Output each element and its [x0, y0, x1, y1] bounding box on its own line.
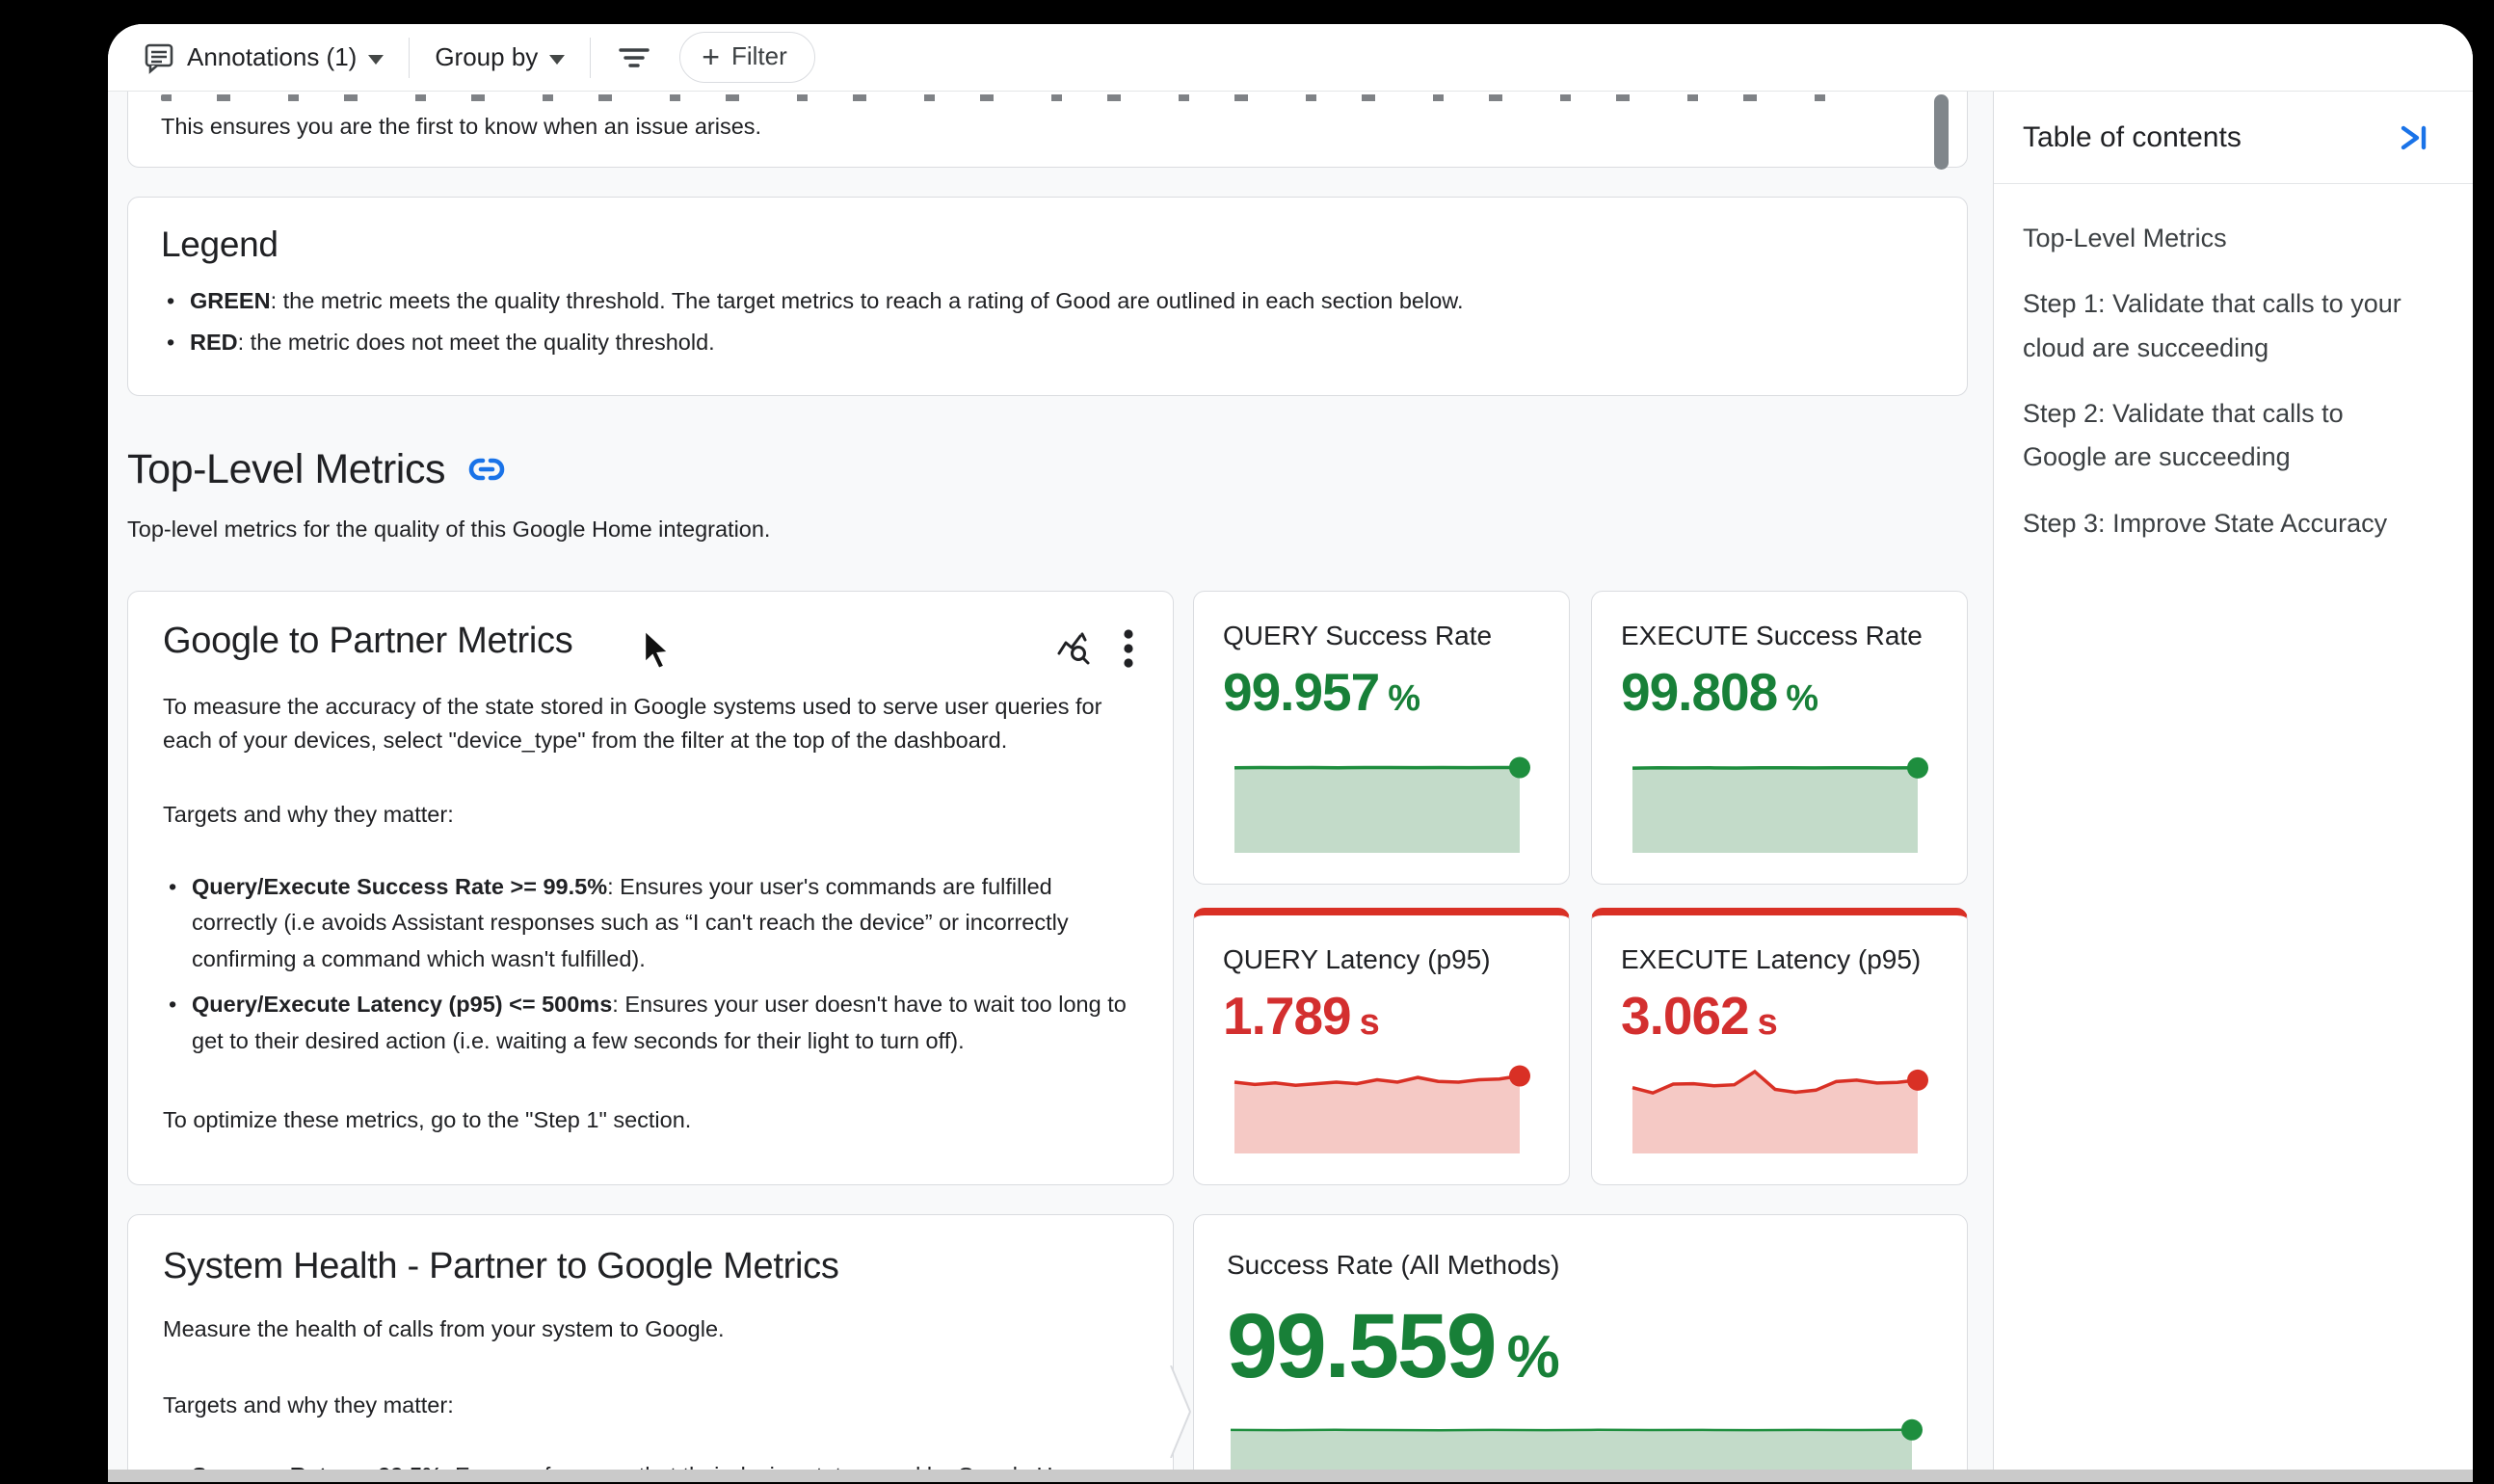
google-to-partner-title: Google to Partner Metrics: [163, 621, 572, 662]
target-bullet-latency: Query/Execute Latency (p95) <= 500ms: En…: [163, 987, 1138, 1059]
toc-item-step-3[interactable]: Step 3: Improve State Accuracy: [2023, 502, 2434, 545]
plus-icon: +: [702, 47, 720, 66]
card-edge-chevron: [1169, 1365, 1194, 1458]
legend-bullet-red: RED: the metric does not meet the qualit…: [161, 326, 1934, 359]
table-of-contents-panel: Table of contents Top-Level Metrics Step…: [1993, 92, 2473, 1482]
filter-list-icon: [616, 43, 652, 72]
metric-title: EXECUTE Success Rate: [1621, 621, 1938, 651]
chevron-down-icon: [549, 55, 565, 65]
annotations-label: Annotations (1): [187, 42, 357, 72]
system-health-title: System Health - Partner to Google Metric…: [163, 1246, 1138, 1287]
metrics-explorer-icon[interactable]: [1055, 629, 1094, 668]
collapse-panel-icon[interactable]: [2398, 121, 2430, 154]
metric-title: Success Rate (All Methods): [1227, 1250, 1934, 1281]
dashboard-toolbar: Annotations (1) Group by + Filter: [108, 24, 2473, 92]
group-by-label: Group by: [435, 42, 538, 72]
execute-success-rate-card: EXECUTE Success Rate 99.808%: [1591, 591, 1968, 885]
toc-item-step-1[interactable]: Step 1: Validate that calls to your clou…: [2023, 282, 2434, 370]
sparkline-chart: [1632, 1061, 1930, 1153]
metric-title: QUERY Success Rate: [1223, 621, 1540, 651]
success-rate-all-methods-card: Success Rate (All Methods) 99.559%: [1193, 1214, 1968, 1482]
targets-label: Targets and why they matter:: [163, 798, 1138, 832]
targets-label: Targets and why they matter:: [163, 1389, 1138, 1422]
annotation-icon: [143, 41, 175, 74]
window-bottom-bar: [108, 1470, 2473, 1482]
sparkline-chart: [1234, 760, 1532, 853]
app-window: Annotations (1) Group by + Filter: [108, 24, 2473, 1482]
metric-value: 99.957%: [1223, 661, 1540, 723]
intro-card: This ensures you are the first to know w…: [127, 92, 1968, 168]
query-success-rate-card: QUERY Success Rate 99.957%: [1193, 591, 1570, 885]
google-to-partner-paragraph: To measure the accuracy of the state sto…: [163, 690, 1131, 758]
metric-value: 3.062s: [1621, 985, 1938, 1047]
section-description: Top-level metrics for the quality of thi…: [127, 513, 1968, 546]
legend-title: Legend: [161, 225, 1934, 265]
metric-title: QUERY Latency (p95): [1223, 944, 1540, 975]
group-by-menu[interactable]: Group by: [435, 42, 565, 72]
intro-text: This ensures you are the first to know w…: [161, 114, 1928, 140]
toc-item-top-level-metrics[interactable]: Top-Level Metrics: [2023, 217, 2434, 260]
toc-title: Table of contents: [2023, 121, 2242, 154]
execute-latency-card: EXECUTE Latency (p95) 3.062s: [1591, 908, 1968, 1185]
legend-card: Legend GREEN: the metric meets the quali…: [127, 197, 1968, 396]
filter-list-button[interactable]: [616, 43, 652, 72]
add-filter-button[interactable]: + Filter: [679, 32, 814, 83]
section-title-top-level-metrics: Top-Level Metrics: [127, 446, 445, 493]
add-filter-label: Filter: [731, 41, 787, 71]
section-link-icon[interactable]: [468, 451, 505, 488]
toolbar-divider: [590, 38, 591, 78]
legend-bullet-green: GREEN: the metric meets the quality thre…: [161, 284, 1934, 318]
optimize-footer: To optimize these metrics, go to the "St…: [163, 1103, 1138, 1137]
clipped-text-line: [161, 94, 1840, 101]
metric-value: 99.808%: [1621, 661, 1938, 723]
toc-item-step-2[interactable]: Step 2: Validate that calls to Google ar…: [2023, 392, 2434, 480]
metric-title: EXECUTE Latency (p95): [1621, 944, 1938, 975]
metric-value: 99.559%: [1227, 1294, 1934, 1399]
google-to-partner-card: Google to Partner Metrics: [127, 591, 1174, 1185]
query-latency-card: QUERY Latency (p95) 1.789s: [1193, 908, 1570, 1185]
system-health-card: System Health - Partner to Google Metric…: [127, 1214, 1174, 1482]
vertical-scrollbar[interactable]: [1934, 94, 1949, 170]
dashboard-scroll-area[interactable]: This ensures you are the first to know w…: [108, 92, 1993, 1482]
kebab-menu-icon[interactable]: [1123, 628, 1134, 669]
sparkline-chart: [1234, 1061, 1532, 1153]
chevron-down-icon: [368, 55, 384, 65]
toolbar-divider: [409, 38, 410, 78]
sparkline-chart: [1632, 760, 1930, 853]
metric-value: 1.789s: [1223, 985, 1540, 1047]
screen-background: Annotations (1) Group by + Filter: [0, 0, 2494, 1484]
system-health-description: Measure the health of calls from your sy…: [163, 1312, 1138, 1346]
target-bullet-success-rate: Query/Execute Success Rate >= 99.5%: Ens…: [163, 869, 1138, 978]
mouse-cursor: [642, 628, 675, 673]
annotations-menu[interactable]: Annotations (1): [143, 41, 384, 74]
